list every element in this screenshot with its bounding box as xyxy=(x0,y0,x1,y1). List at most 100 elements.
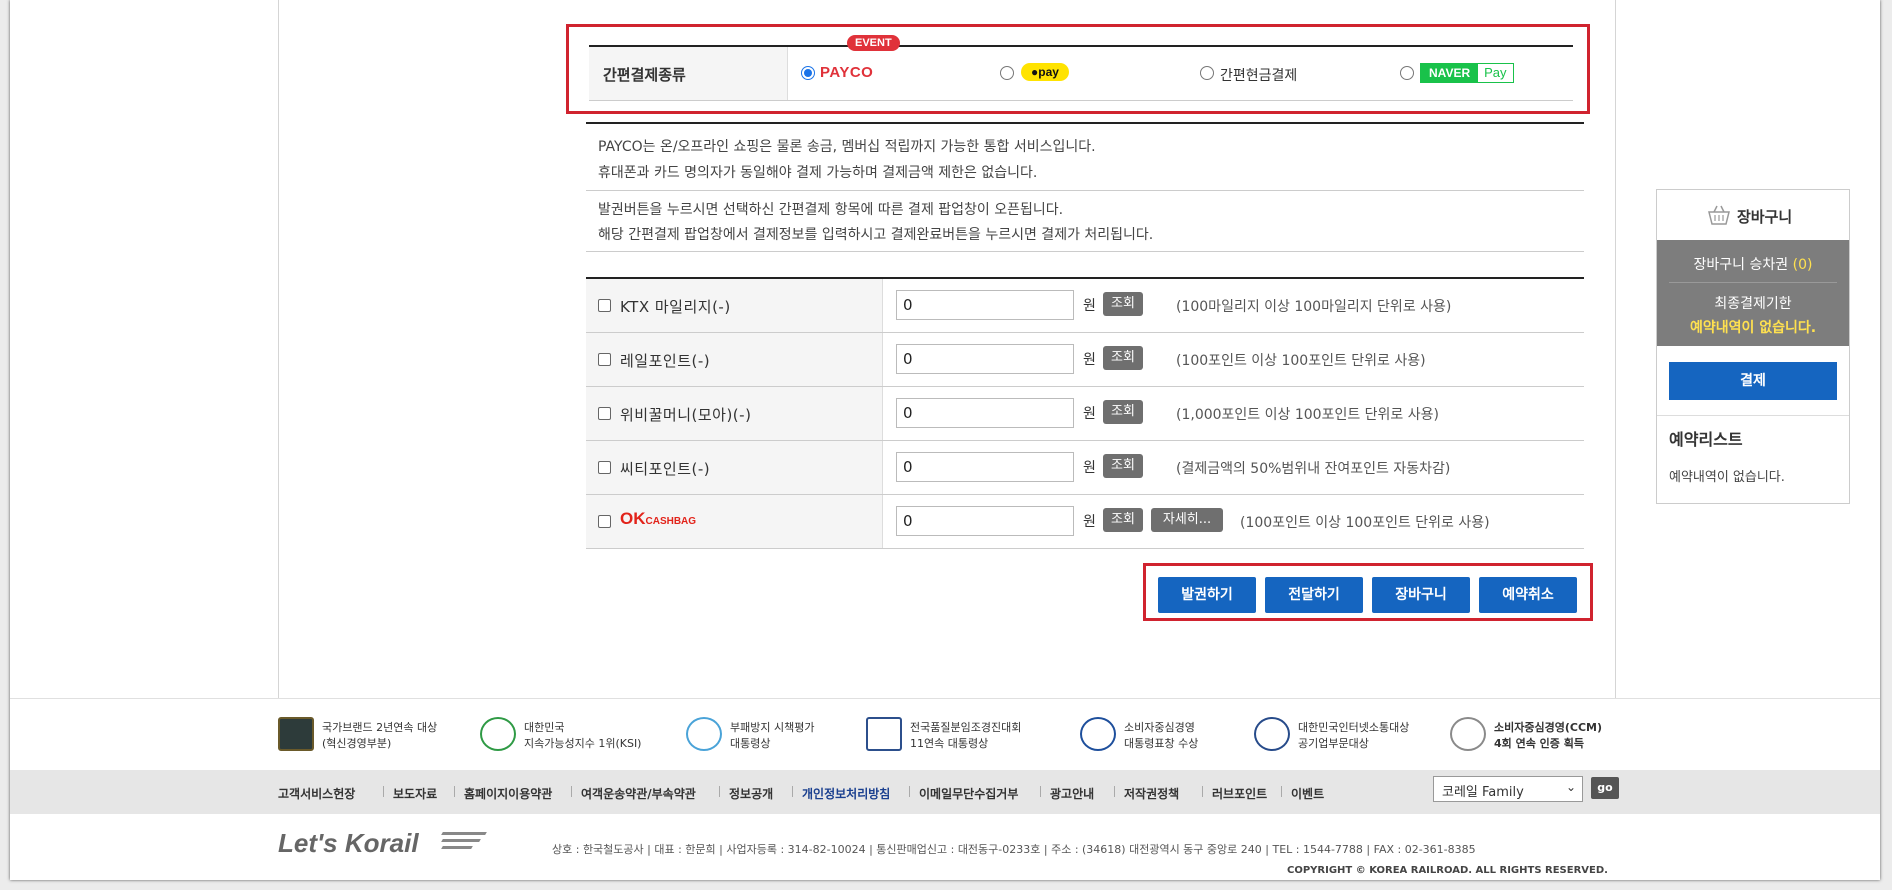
cart-title: 장바구니 xyxy=(1737,208,1793,226)
footer-link[interactable]: 보도자료 xyxy=(393,785,437,802)
rail-point-checkbox[interactable] xyxy=(598,353,611,366)
points-table: KTX 마일리지(-) 원 조회 (100마일리지 이상 100마일리지 단위로… xyxy=(586,277,1584,549)
anti-corruption-logo-icon xyxy=(686,717,722,751)
footer-link[interactable]: 러브포인트 xyxy=(1212,785,1267,802)
kakaopay-text: pay xyxy=(1038,65,1059,79)
rail-point-input[interactable] xyxy=(896,344,1074,374)
divider xyxy=(571,786,572,797)
cancel-reservation-button[interactable]: 예약취소 xyxy=(1479,577,1577,613)
logo-lines-icon xyxy=(441,832,487,850)
wibee-money-note: (1,000포인트 이상 100포인트 단위로 사용) xyxy=(1176,407,1439,423)
award-text: 지속가능성지수 1위(KSI) xyxy=(524,737,642,750)
footer-link[interactable]: 저작권정책 xyxy=(1124,785,1179,802)
ok-cashbag-note: (100포인트 이상 100포인트 단위로 사용) xyxy=(1240,515,1490,531)
footer-link[interactable]: 고객서비스헌장 xyxy=(278,785,355,802)
simple-cash-label: 간편현금결제 xyxy=(1220,68,1298,84)
award-text: 국가브랜드 2년연속 대상 xyxy=(322,721,438,734)
simple-pay-section: 간편결제종류 PAYCO EVENT ●pay 간편현금결제 NAVER Pay xyxy=(566,24,1590,114)
table-row: OKCASHBAG 원 조회 자세히... (100포인트 이상 100포인트 … xyxy=(586,495,1584,549)
no-reservation-text: 예약내역이 없습니다. xyxy=(1689,320,1817,336)
divider xyxy=(792,786,793,797)
ok-cashbag-lookup-button[interactable]: 조회 xyxy=(1103,508,1143,532)
points-label-cell: KTX 마일리지(-) xyxy=(586,279,883,332)
citi-point-lookup-button[interactable]: 조회 xyxy=(1103,454,1143,478)
ok-text: OK xyxy=(620,509,646,528)
citi-point-input[interactable] xyxy=(896,452,1074,482)
award-text: 4회 연속 인증 획득 xyxy=(1494,737,1584,750)
popup-info-box: 발권버튼을 누르시면 선택하신 간편결제 항목에 따른 결제 팝업창이 오픈됩니… xyxy=(586,189,1584,252)
divider xyxy=(1669,282,1837,283)
ktx-mileage-checkbox[interactable] xyxy=(598,299,611,312)
won-unit: 원 xyxy=(1083,460,1096,476)
payco-logo: PAYCO xyxy=(820,64,874,81)
divider xyxy=(719,786,720,797)
simple-pay-label: 간편결제종류 xyxy=(603,66,686,84)
ftc-logo-icon xyxy=(1080,717,1116,751)
ok-cashbag-detail-button[interactable]: 자세히... xyxy=(1151,508,1223,532)
basket-icon xyxy=(1708,205,1730,225)
footer-link[interactable]: 이메일무단수집거부 xyxy=(919,785,1018,802)
footer-link[interactable]: 여객운송약관/부속약관 xyxy=(581,785,696,802)
award-text: 소비자중심경영 xyxy=(1124,721,1195,734)
payco-radio[interactable] xyxy=(801,66,815,80)
ktx-mileage-label: KTX 마일리지(-) xyxy=(620,298,731,316)
ok-cashbag-checkbox[interactable] xyxy=(598,515,611,528)
rail-point-label: 레일포인트(-) xyxy=(620,352,711,370)
info-line: 발권버튼을 누르시면 선택하신 간편결제 항목에 따른 결제 팝업창이 오픈됩니… xyxy=(598,202,1064,218)
reservation-list-empty: 예약내역이 없습니다. xyxy=(1669,470,1785,485)
info-line: 휴대폰과 카드 명의자가 동일해야 결제 가능하며 결제금액 제한은 없습니다. xyxy=(598,165,1038,181)
won-unit: 원 xyxy=(1083,514,1096,530)
ktx-mileage-input[interactable] xyxy=(896,290,1074,320)
korail-logo: Let's Korail xyxy=(278,828,419,858)
citi-point-checkbox[interactable] xyxy=(598,461,611,474)
points-label-cell: 위비꿀머니(모아)(-) xyxy=(586,387,883,440)
footer-bottom: Let's Korail 상호 : 한국철도공사 | 대표 : 한문희 | 사업… xyxy=(10,814,1880,880)
go-button[interactable]: go xyxy=(1591,777,1619,799)
ksi-logo-icon xyxy=(480,717,516,751)
wibee-money-input[interactable] xyxy=(896,398,1074,428)
ccm-logo-icon xyxy=(1450,717,1486,751)
ok-cashbag-logo: OKCASHBAG xyxy=(620,509,696,529)
simple-cash-radio[interactable] xyxy=(1200,66,1214,80)
pay-button[interactable]: 결제 xyxy=(1669,362,1837,400)
deliver-button[interactable]: 전달하기 xyxy=(1265,577,1363,613)
naver-text: NAVER xyxy=(1421,64,1479,82)
action-buttons: 발권하기 전달하기 장바구니 예약취소 xyxy=(1143,563,1593,621)
table-row: 위비꿀머니(모아)(-) 원 조회 (1,000포인트 이상 100포인트 단위… xyxy=(586,387,1584,441)
wibee-money-lookup-button[interactable]: 조회 xyxy=(1103,400,1143,424)
kakaopay-radio[interactable] xyxy=(1000,66,1014,80)
table-row: KTX 마일리지(-) 원 조회 (100마일리지 이상 100마일리지 단위로… xyxy=(586,279,1584,333)
reservation-list-title: 예약리스트 xyxy=(1669,430,1743,449)
divider xyxy=(383,786,384,797)
issue-ticket-button[interactable]: 발권하기 xyxy=(1158,577,1256,613)
cart-button[interactable]: 장바구니 xyxy=(1372,577,1470,613)
naverpay-radio[interactable] xyxy=(1400,66,1414,80)
award-text: 대한민국인터넷소통대상 xyxy=(1298,721,1410,734)
table-row: 레일포인트(-) 원 조회 (100포인트 이상 100포인트 단위로 사용) xyxy=(586,333,1584,387)
cart-count-label: 장바구니 승차권 xyxy=(1693,257,1789,273)
citi-point-note: (결제금액의 50%범위내 잔여포인트 자동차감) xyxy=(1176,461,1451,477)
award-logo-icon xyxy=(278,717,314,751)
award-text: (혁신경영부분) xyxy=(322,737,392,750)
family-site-select[interactable]: 코레일 Family ⌄ xyxy=(1433,776,1583,802)
footer-link[interactable]: 이벤트 xyxy=(1291,785,1324,802)
points-label-cell: 레일포인트(-) xyxy=(586,333,883,386)
footer-links: 고객서비스헌장 보도자료 홈페이지이용약관 여객운송약관/부속약관 정보공개 개… xyxy=(10,770,1880,814)
wibee-money-checkbox[interactable] xyxy=(598,407,611,420)
citi-point-label: 씨티포인트(-) xyxy=(620,460,711,478)
knqa-logo-icon xyxy=(866,717,902,751)
ok-cashbag-input[interactable] xyxy=(896,506,1074,536)
divider xyxy=(454,786,455,797)
page-frame: 간편결제종류 PAYCO EVENT ●pay 간편현금결제 NAVER Pay… xyxy=(10,0,1880,880)
cart-summary: 장바구니 승차권 (0) 최종결제기한 예약내역이 없습니다. xyxy=(1657,240,1849,346)
deadline-label: 최종결제기한 xyxy=(1714,296,1792,312)
footer-link-privacy[interactable]: 개인정보처리방침 xyxy=(802,785,890,802)
award-text: 대통령상 xyxy=(730,737,771,750)
footer-link[interactable]: 광고안내 xyxy=(1050,785,1094,802)
won-unit: 원 xyxy=(1083,352,1096,368)
ktx-mileage-note: (100마일리지 이상 100마일리지 단위로 사용) xyxy=(1176,299,1452,315)
ktx-mileage-lookup-button[interactable]: 조회 xyxy=(1103,292,1143,316)
rail-point-lookup-button[interactable]: 조회 xyxy=(1103,346,1143,370)
footer-link[interactable]: 홈페이지이용약관 xyxy=(464,785,552,802)
footer-link[interactable]: 정보공개 xyxy=(729,785,773,802)
